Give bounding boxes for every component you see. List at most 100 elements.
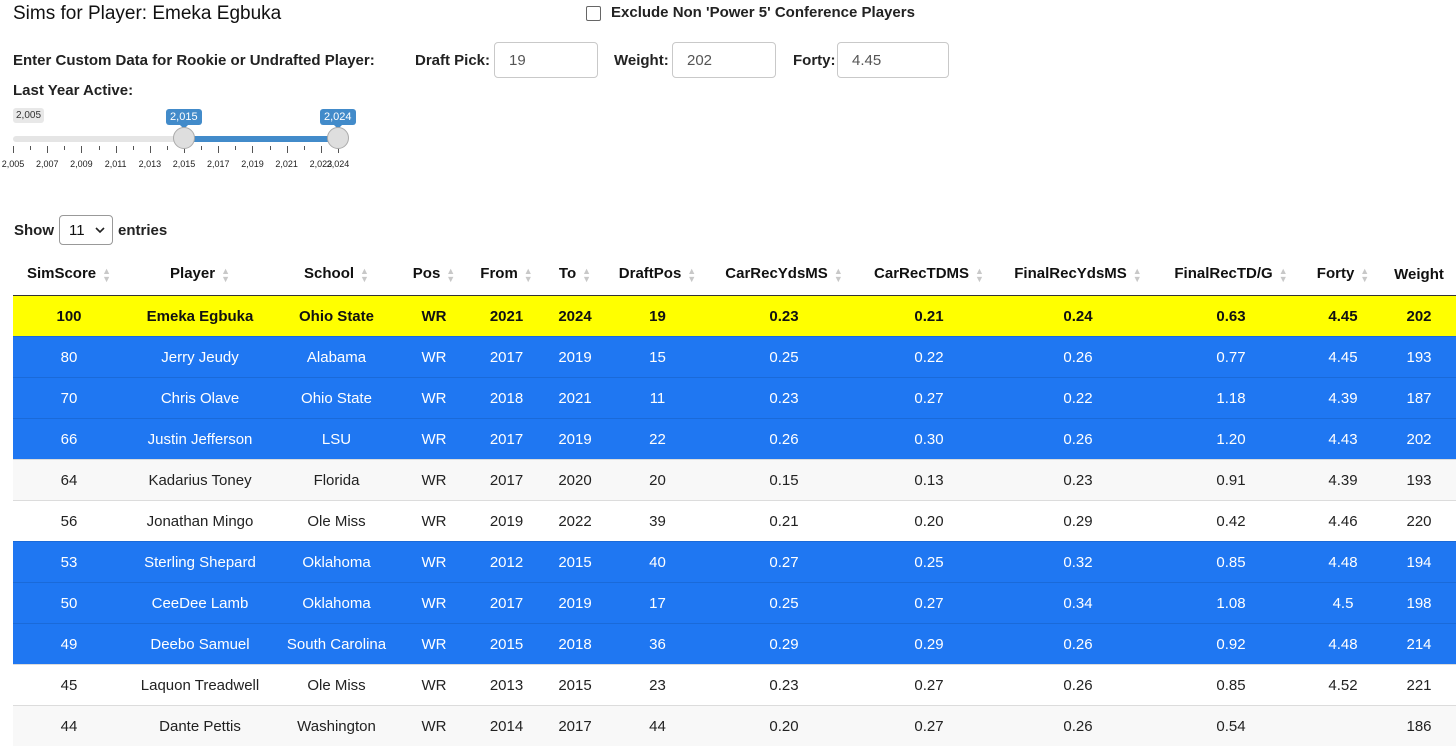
column-header[interactable]: Weight — [1382, 253, 1456, 296]
table-cell: 23 — [607, 664, 708, 706]
table-cell: 0.42 — [1158, 500, 1304, 542]
table-cell: 44 — [607, 705, 708, 746]
table-cell: 49 — [13, 623, 125, 665]
slider-tick-label: 2,019 — [241, 159, 264, 169]
entries-select[interactable]: 11 — [59, 215, 113, 245]
slider-tick — [201, 146, 203, 150]
table-cell: 202 — [1382, 295, 1456, 337]
table-cell: 4.43 — [1304, 418, 1382, 460]
table-cell: 2019 — [470, 500, 543, 542]
table-cell: Ole Miss — [275, 500, 398, 542]
table-cell: 2019 — [543, 336, 607, 378]
column-header[interactable]: From ▲ ▼ — [470, 253, 543, 296]
column-header[interactable]: SimScore ▲ ▼ — [13, 253, 125, 296]
table-cell: Chris Olave — [125, 377, 275, 419]
table-cell: 22 — [607, 418, 708, 460]
table-row[interactable]: 80 Jerry Jeudy Alabama WR 2017 2019 15 0.25 0.22… — [13, 336, 1456, 378]
column-header[interactable]: To ▲ ▼ — [543, 253, 607, 296]
table-cell: 198 — [1382, 582, 1456, 624]
table-cell: CeeDee Lamb — [125, 582, 275, 624]
table-cell: 0.29 — [860, 623, 998, 665]
slider-tick-label: 2,007 — [35, 159, 59, 169]
slider-low-handle[interactable] — [173, 127, 196, 149]
sims-table: SimScore ▲ ▼ Player ▲ ▼ School ▲ ▼ Pos ▲ ▼ From ▲ ▼ To ▲… — [13, 253, 1456, 746]
column-header[interactable]: CarRecYdsMS ▲ ▼ — [708, 253, 860, 296]
table-cell: 2014 — [470, 705, 543, 746]
exclude-non-power5-checkbox[interactable]: Exclude Non 'Power 5' Conference Players — [586, 4, 915, 21]
table-row[interactable]: 53 Sterling Shepard Oklahoma WR 2012 2015 40 0.… — [13, 541, 1456, 583]
table-row[interactable]: 45 Laquon Treadwell Ole Miss WR 2013 2015 23 0.… — [13, 664, 1456, 706]
column-header[interactable]: FinalRecYdsMS ▲ ▼ — [998, 253, 1158, 296]
table-cell: 4.48 — [1304, 541, 1382, 583]
slider-tick — [64, 146, 66, 150]
slider-tick-label: 2,015 — [172, 159, 196, 169]
table-cell: 40 — [607, 541, 708, 583]
column-header[interactable]: Player ▲ ▼ — [125, 253, 275, 296]
table-cell: 0.20 — [708, 705, 860, 746]
table-row[interactable]: 70 Chris Olave Ohio State WR 2018 2021 11 0.23 0… — [13, 377, 1456, 419]
table-cell: 2024 — [543, 295, 607, 337]
weight-input[interactable]: 202 — [672, 42, 776, 78]
column-header-label: DraftPos — [618, 265, 682, 283]
table-row[interactable]: 49 Deebo Samuel South Carolina WR 2015 2018 36… — [13, 623, 1456, 665]
slider-tick — [303, 146, 305, 150]
slider-tick — [115, 146, 117, 153]
slider-high-value: 2,024 — [320, 109, 356, 129]
column-header[interactable]: DraftPos ▲ ▼ — [607, 253, 708, 296]
table-cell: WR — [398, 500, 470, 542]
table-cell: 0.29 — [708, 623, 860, 665]
table-cell: 0.26 — [998, 418, 1158, 460]
table-cell: 1.20 — [1158, 418, 1304, 460]
table-row[interactable]: 100 Emeka Egbuka Ohio State WR 2021 2024 19 0.2… — [13, 295, 1456, 337]
checkbox-box[interactable] — [586, 5, 601, 21]
table-row[interactable]: 64 Kadarius Toney Florida WR 2017 2020 20 0.15 0… — [13, 459, 1456, 501]
entries-length-control: Show 11 entries — [14, 215, 167, 245]
last-year-range-slider[interactable]: 2,005 2,015 2,024 2,005 2,007 2,009 2,011 2,… — [2, 108, 358, 178]
table-cell: 0.63 — [1158, 295, 1304, 337]
table-cell: 2017 — [470, 582, 543, 624]
table-cell: 193 — [1382, 336, 1456, 378]
table-cell: 2017 — [470, 418, 543, 460]
table-header-row: SimScore ▲ ▼ Player ▲ ▼ School ▲ ▼ Pos ▲ ▼ From ▲ ▼ To ▲… — [13, 253, 1456, 296]
table-cell: 0.20 — [860, 500, 998, 542]
table-cell: 100 — [13, 295, 125, 337]
entries-select-value: 11 — [69, 221, 85, 239]
table-cell: 2015 — [543, 541, 607, 583]
table-cell: 0.25 — [708, 582, 860, 624]
table-cell: 2015 — [470, 623, 543, 665]
sort-arrows-icon: ▲ ▼ — [582, 265, 592, 284]
table-row[interactable]: 44 Dante Pettis Washington WR 2014 2017 44 0.20… — [13, 705, 1456, 746]
slider-tick — [269, 146, 271, 150]
table-cell: 202 — [1382, 418, 1456, 460]
column-header-label: CarRecYdsMS — [725, 265, 828, 283]
table-row[interactable]: 56 Jonathan Mingo Ole Miss WR 2019 2022 39 0.21… — [13, 500, 1456, 542]
sort-arrows-icon: ▲ ▼ — [975, 265, 984, 284]
slider-tick — [13, 146, 14, 153]
column-header[interactable]: Forty ▲ ▼ — [1304, 253, 1382, 296]
table-cell: 0.77 — [1158, 336, 1304, 378]
draft-pick-input[interactable]: 19 — [494, 42, 598, 78]
column-header[interactable]: Pos ▲ ▼ — [398, 253, 470, 296]
table-cell: Ohio State — [275, 295, 398, 337]
table-row[interactable]: 50 CeeDee Lamb Oklahoma WR 2017 2019 17 0.25 0.2… — [13, 582, 1456, 624]
column-header[interactable]: School ▲ ▼ — [275, 253, 398, 296]
slider-tick — [252, 146, 254, 153]
table-cell: 36 — [607, 623, 708, 665]
column-header[interactable]: FinalRecTD/G ▲ ▼ — [1158, 253, 1304, 296]
table-cell: 0.85 — [1158, 541, 1304, 583]
slider-tick-label: 2,009 — [70, 159, 93, 169]
forty-input[interactable]: 4.45 — [837, 42, 949, 78]
table-cell: 187 — [1382, 377, 1456, 419]
show-label: Show — [14, 221, 54, 239]
column-header[interactable]: CarRecTDMS ▲ ▼ — [860, 253, 998, 296]
table-row[interactable]: 66 Justin Jefferson LSU WR 2017 2019 22 0.26 0.3… — [13, 418, 1456, 460]
table-cell: 2020 — [543, 459, 607, 501]
column-header-label: Player — [170, 265, 216, 283]
table-cell: Justin Jefferson — [125, 418, 275, 460]
table-cell: WR — [398, 541, 470, 583]
table-cell: 4.45 — [1304, 295, 1382, 337]
slider-tick-label: 2,011 — [104, 159, 127, 169]
slider-high-handle[interactable] — [327, 127, 349, 149]
table-cell: Laquon Treadwell — [125, 664, 275, 706]
table-cell: 186 — [1382, 705, 1456, 746]
